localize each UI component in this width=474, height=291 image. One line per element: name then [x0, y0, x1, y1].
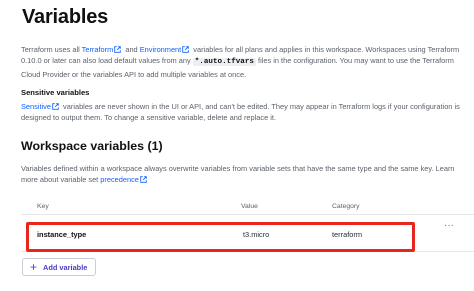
variables-table-header: Key Value Category: [21, 199, 474, 215]
workspace-description: Variables defined within a workspace alw…: [21, 163, 466, 186]
terraform-link[interactable]: Terraform: [82, 45, 114, 54]
sensitive-heading: Sensitive variables: [21, 88, 90, 97]
workspace-description-part: Variables defined within a workspace alw…: [21, 164, 455, 185]
add-variable-button[interactable]: + Add variable: [22, 258, 96, 276]
workspace-variables-heading: Workspace variables (1): [21, 139, 163, 153]
column-header-value: Value: [241, 203, 258, 210]
intro-text-part: Terraform uses all: [21, 45, 82, 54]
precedence-link[interactable]: precedence: [100, 175, 139, 184]
column-header-key: Key: [37, 203, 49, 210]
environment-link[interactable]: Environment: [140, 45, 182, 54]
highlight-box: [26, 222, 415, 252]
sensitive-text-part: variables are never shown in the UI or A…: [21, 102, 460, 123]
row-menu-icon[interactable]: ···: [442, 221, 456, 234]
column-header-category: Category: [332, 203, 360, 210]
plus-icon: +: [30, 260, 38, 274]
intro-text-part: and: [123, 45, 140, 54]
external-link-icon: [182, 45, 189, 53]
page-title: Variables: [22, 6, 109, 28]
external-link-icon: [114, 45, 122, 53]
sensitive-text: Sensitive variables are never shown in t…: [21, 101, 461, 124]
add-variable-label: Add variable: [43, 263, 88, 272]
sensitive-link[interactable]: Sensitive: [21, 102, 51, 111]
tfvars-code: *.auto.tfvars: [192, 58, 256, 67]
external-link-icon: [52, 102, 59, 110]
external-link-icon: [140, 176, 147, 183]
intro-text: Terraform uses all Terraform and Environ…: [21, 44, 461, 80]
